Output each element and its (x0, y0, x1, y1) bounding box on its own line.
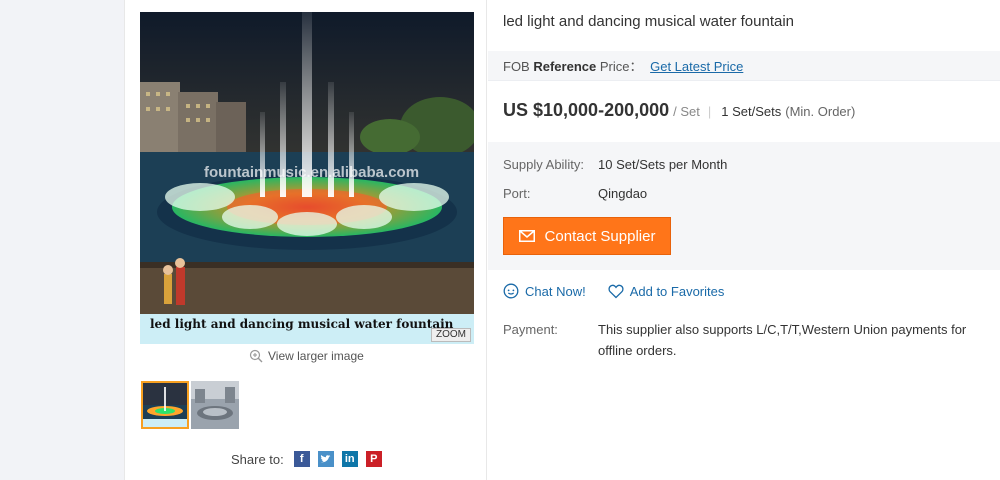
fob-price-bar: FOB Reference Price： Get Latest Price (488, 51, 1000, 81)
contact-supplier-label: Contact Supplier (544, 227, 656, 245)
add-to-favorites-link[interactable]: Add to Favorites (608, 283, 725, 299)
payment-row: Payment: This supplier also supports L/C… (503, 319, 993, 361)
price-unit: / Set (673, 104, 700, 119)
linkedin-icon[interactable]: in (341, 451, 358, 467)
thumbnail-2-image (191, 381, 239, 429)
product-panel: fountainmusic.en.alibaba.com led light a… (124, 0, 1000, 480)
image-caption: led light and dancing musical water foun… (150, 317, 454, 331)
share-row: Share to: f in P (231, 451, 382, 467)
pinterest-icon[interactable]: P (365, 451, 382, 467)
price-separator: | (707, 104, 712, 119)
chat-now-link[interactable]: Chat Now! (503, 283, 586, 299)
price-row: US $10,000-200,000 / Set | 1 Set/Sets (M… (503, 100, 855, 121)
fob-bold: Reference (533, 59, 597, 74)
chat-icon (503, 283, 519, 299)
action-links: Chat Now! Add to Favorites (503, 283, 724, 299)
fob-suffix: Price： (599, 59, 643, 74)
share-label: Share to: (231, 451, 284, 467)
price-range: US $10,000-200,000 (503, 100, 670, 120)
view-larger-link[interactable]: View larger image (249, 349, 364, 363)
thumbnail-list (141, 381, 239, 429)
payment-label: Payment: (503, 322, 558, 337)
chat-now-label: Chat Now! (525, 283, 586, 299)
thumbnail-1[interactable] (141, 381, 189, 429)
payment-text: This supplier also supports L/C,T/T,West… (598, 322, 967, 358)
thumbnail-1-image (143, 383, 187, 427)
min-order: 1 Set/Sets (721, 104, 782, 119)
view-larger-label: View larger image (268, 349, 364, 363)
port-value: Qingdao (598, 186, 648, 201)
supply-ability-value: 10 Set/Sets per Month (598, 157, 728, 172)
image-watermark: fountainmusic.en.alibaba.com (204, 164, 420, 181)
get-latest-price-link[interactable]: Get Latest Price (650, 59, 743, 74)
product-title: led light and dancing musical water foun… (503, 13, 795, 30)
image-gallery: fountainmusic.en.alibaba.com led light a… (125, 0, 487, 480)
add-to-favorites-label: Add to Favorites (629, 283, 725, 299)
fob-prefix: FOB (503, 59, 530, 74)
zoom-in-icon (249, 349, 263, 363)
main-product-image[interactable]: fountainmusic.en.alibaba.com led light a… (140, 12, 474, 344)
product-info: led light and dancing musical water foun… (488, 0, 1000, 480)
envelope-icon (518, 230, 535, 242)
thumbnail-caret (162, 381, 172, 383)
supply-ability-row: Supply Ability: 10 Set/Sets per Month (503, 157, 727, 172)
image-caption-strip: led light and dancing musical water foun… (140, 314, 474, 344)
port-label: Port: (503, 186, 531, 201)
facebook-icon[interactable]: f (293, 451, 310, 467)
zoom-button[interactable]: ZOOM (431, 328, 471, 342)
supply-ability-label: Supply Ability: (503, 157, 584, 172)
thumbnail-2[interactable] (191, 381, 239, 429)
heart-icon (608, 284, 624, 298)
min-order-note: (Min. Order) (785, 104, 856, 119)
twitter-icon[interactable] (317, 451, 334, 467)
port-row: Port: Qingdao (503, 186, 647, 201)
contact-supplier-button[interactable]: Contact Supplier (503, 217, 671, 255)
